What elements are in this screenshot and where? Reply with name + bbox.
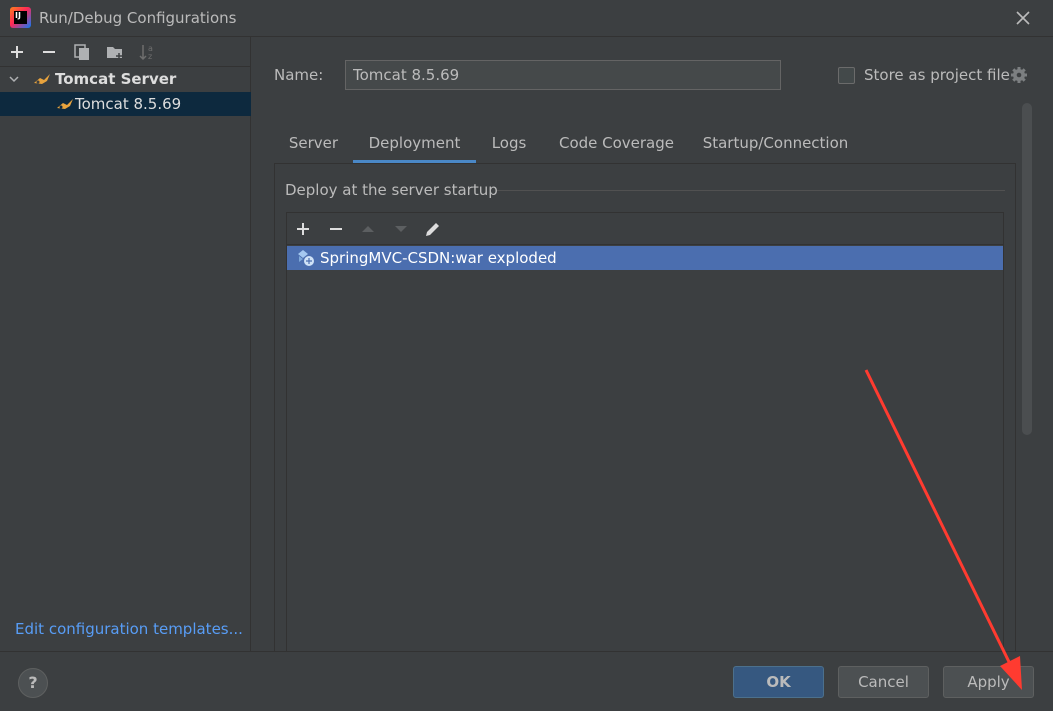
move-up-icon[interactable] — [357, 218, 379, 240]
tab-logs[interactable]: Logs — [476, 127, 542, 163]
gear-icon[interactable] — [1010, 66, 1028, 84]
sidebar-toolbar: az — [0, 37, 251, 67]
list-item[interactable]: SpringMVC-CSDN:war exploded — [287, 246, 1003, 270]
artifact-label: SpringMVC-CSDN:war exploded — [320, 249, 557, 267]
title-bar: IJ Run/Debug Configurations — [0, 0, 1053, 37]
name-label: Name: — [274, 66, 324, 84]
tab-deployment[interactable]: Deployment — [353, 127, 476, 163]
name-input[interactable] — [345, 60, 781, 90]
chevron-down-icon[interactable] — [8, 73, 20, 85]
tomcat-icon — [57, 99, 73, 109]
apply-button[interactable]: Apply — [943, 666, 1034, 698]
edit-configuration-templates-link[interactable]: Edit configuration templates... — [15, 620, 243, 638]
tab-bar: Server Deployment Logs Code Coverage Sta… — [274, 127, 1016, 163]
deploy-section-label: Deploy at the server startup — [285, 181, 498, 199]
cancel-button[interactable]: Cancel — [838, 666, 929, 698]
tree-group-label: Tomcat Server — [55, 70, 177, 88]
deployment-list-panel: SpringMVC-CSDN:war exploded — [286, 212, 1004, 652]
store-as-project-file-label[interactable]: Store as project file — [864, 66, 1010, 84]
deployment-tab-panel: Deploy at the server startup SpringMVC-C… — [274, 163, 1016, 652]
tree-item-tomcat-8-5-69[interactable]: Tomcat 8.5.69 — [0, 92, 251, 116]
tab-startup-connection[interactable]: Startup/Connection — [691, 127, 860, 163]
remove-icon[interactable] — [38, 41, 60, 63]
tomcat-icon — [34, 74, 50, 84]
add-icon[interactable] — [6, 41, 28, 63]
move-down-icon[interactable] — [390, 218, 412, 240]
configurations-sidebar: az Tomcat Server Tomcat 8.5.69 Edit conf… — [0, 37, 251, 651]
help-button[interactable]: ? — [18, 668, 48, 698]
remove-icon[interactable] — [325, 218, 347, 240]
folder-icon[interactable] — [104, 41, 126, 63]
copy-icon[interactable] — [71, 41, 93, 63]
edit-icon[interactable] — [422, 218, 444, 240]
tree-item-label: Tomcat 8.5.69 — [75, 95, 182, 113]
svg-text:z: z — [148, 52, 152, 61]
add-icon[interactable] — [292, 218, 314, 240]
configuration-editor: Name: Store as project file Server Deplo… — [252, 37, 1053, 652]
dialog-footer: ? OK Cancel Apply — [0, 651, 1053, 711]
deployment-artifact-list: SpringMVC-CSDN:war exploded — [287, 245, 1003, 651]
window-title: Run/Debug Configurations — [39, 9, 237, 27]
sort-icon[interactable]: az — [136, 41, 158, 63]
vertical-scrollbar[interactable] — [1022, 103, 1032, 435]
tab-code-coverage[interactable]: Code Coverage — [542, 127, 691, 163]
intellij-app-icon: IJ — [10, 7, 31, 28]
store-as-project-file-checkbox[interactable] — [838, 67, 855, 84]
section-divider — [497, 190, 1005, 191]
artifact-icon — [298, 250, 314, 266]
close-icon[interactable] — [1013, 8, 1033, 28]
tree-group-tomcat-server[interactable]: Tomcat Server — [0, 67, 251, 91]
ok-button[interactable]: OK — [733, 666, 824, 698]
tab-server[interactable]: Server — [274, 127, 353, 163]
deployment-toolbar — [287, 213, 1003, 245]
app-icon-text: IJ — [14, 11, 27, 24]
